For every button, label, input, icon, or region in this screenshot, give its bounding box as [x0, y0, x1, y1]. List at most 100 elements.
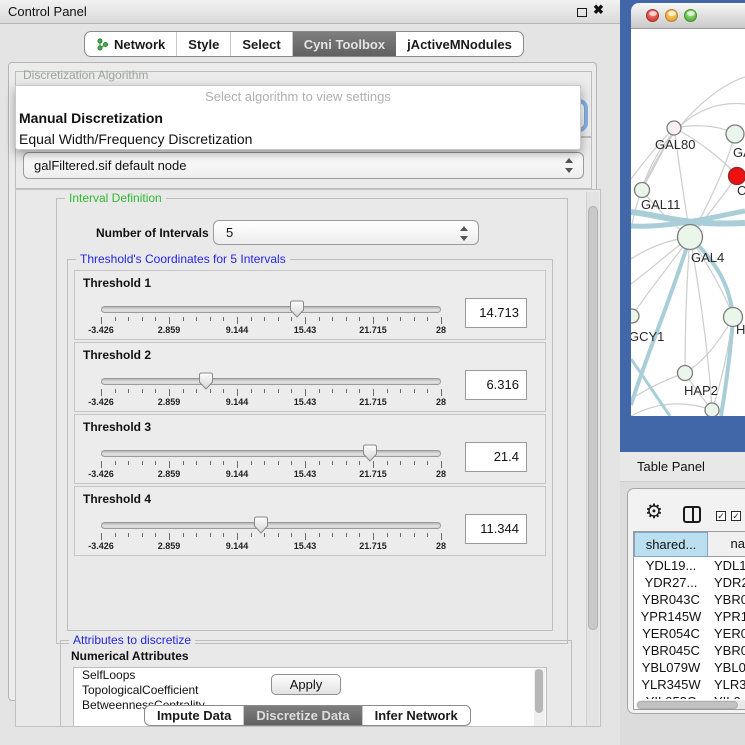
node-hap2[interactable] — [678, 366, 693, 381]
slider-thumb[interactable] — [253, 516, 269, 534]
node-top-right[interactable] — [726, 125, 744, 143]
table-row[interactable]: YER054CYER0 — [634, 625, 745, 642]
cell[interactable]: YLR3 — [708, 676, 745, 693]
tick-label: -3.426 — [88, 397, 114, 407]
tick-mark — [400, 389, 401, 393]
cell[interactable]: YBR0 — [708, 591, 745, 608]
table-panel-area: ⚙ ✓ ✓ shared... na YDL19...YDL1 YDR27...… — [620, 482, 745, 745]
node-red-selected[interactable] — [729, 168, 745, 185]
threshold-value-field[interactable]: 11.344 — [465, 514, 527, 544]
tick-mark — [387, 389, 388, 393]
float-window-icon[interactable] — [577, 8, 587, 17]
tick-mark — [427, 389, 428, 393]
minimize-traffic-light-icon[interactable] — [665, 9, 678, 22]
network-window-titlebar[interactable] — [631, 3, 745, 29]
number-of-intervals-combobox[interactable]: 5 — [213, 220, 479, 245]
cell[interactable]: YBL079W — [634, 659, 708, 676]
close-traffic-light-icon[interactable] — [646, 9, 659, 22]
table-row[interactable]: YLR345WYLR3 — [634, 676, 745, 693]
settings-vertical-scrollbar[interactable] — [586, 192, 599, 726]
cell[interactable]: YPR145W — [634, 608, 708, 625]
numerical-attributes-label: Numerical Attributes — [71, 649, 189, 663]
table-row[interactable]: YIL052CYIL0 — [634, 693, 745, 699]
tick-label: 28 — [436, 397, 446, 407]
cell[interactable]: YPR1 — [708, 608, 745, 625]
slider-track[interactable] — [101, 378, 441, 385]
cell[interactable]: YLR345W — [634, 676, 708, 693]
slider-track[interactable] — [101, 306, 441, 313]
tick-mark — [278, 389, 279, 393]
tick-label: 28 — [436, 325, 446, 335]
slider-thumb[interactable] — [289, 300, 305, 318]
tab-infer-network[interactable]: Infer Network — [363, 706, 470, 725]
table-horizontal-scrollbar[interactable] — [636, 700, 745, 710]
threshold-slider[interactable] — [101, 444, 441, 462]
cell[interactable]: YBR0 — [708, 642, 745, 659]
node-gal80[interactable] — [667, 121, 681, 135]
slider-thumb[interactable] — [198, 372, 214, 390]
cell[interactable]: YER054C — [634, 625, 708, 642]
tab-select[interactable]: Select — [231, 32, 292, 56]
checkbox-icon[interactable]: ✓ — [731, 511, 741, 521]
tick-label: -3.426 — [88, 469, 114, 479]
tick-mark — [128, 533, 129, 537]
split-columns-icon[interactable] — [683, 506, 701, 523]
node-label: C — [737, 183, 745, 198]
gear-icon[interactable]: ⚙ — [645, 502, 663, 522]
apply-button[interactable]: Apply — [271, 674, 341, 695]
node-gal11[interactable] — [635, 183, 650, 198]
threshold-slider[interactable] — [101, 516, 441, 534]
cell[interactable]: YDR2 — [708, 574, 745, 591]
node-bottom[interactable] — [705, 403, 719, 416]
close-icon[interactable]: ✖ — [593, 2, 604, 18]
column-header-shared-name[interactable]: shared... — [634, 532, 708, 557]
tab-jactivemnodules[interactable]: jActiveMNodules — [396, 32, 523, 56]
cell[interactable]: YBR045C — [634, 642, 708, 659]
slider-track[interactable] — [101, 522, 441, 529]
node-gal4[interactable] — [678, 225, 703, 250]
threshold-slider[interactable] — [101, 372, 441, 390]
tab-cyni-toolbox[interactable]: Cyni Toolbox — [293, 32, 396, 56]
column-header-name[interactable]: na — [708, 532, 745, 557]
tab-network[interactable]: Network — [85, 32, 177, 56]
dropdown-item-equal-width[interactable]: Equal Width/Frequency Discretization — [16, 129, 580, 150]
table-row[interactable]: YPR145WYPR1 — [634, 608, 745, 625]
cell[interactable]: YIL0 — [708, 693, 745, 699]
tick-label: 28 — [436, 469, 446, 479]
dropdown-item-manual-discretization[interactable]: Manual Discretization — [16, 108, 580, 129]
cell[interactable]: YBL0 — [708, 659, 745, 676]
number-of-intervals-value: 5 — [226, 225, 233, 240]
cell[interactable]: YDL1 — [708, 557, 745, 574]
tab-impute-data[interactable]: Impute Data — [145, 706, 244, 725]
network-view-canvas[interactable]: GAL80 GA C GAL11 GAL4 GCY1 H HAP2 — [631, 29, 745, 416]
cell[interactable]: YIL052C — [634, 693, 708, 699]
cell[interactable]: YDR27... — [634, 574, 708, 591]
cell[interactable]: YBR043C — [634, 591, 708, 608]
tick-mark — [128, 317, 129, 321]
tab-label: jActiveMNodules — [407, 37, 512, 52]
checkbox-icon[interactable]: ✓ — [716, 511, 726, 521]
list-scrollbar[interactable] — [534, 669, 545, 727]
tab-discretize-data[interactable]: Discretize Data — [244, 706, 362, 725]
table-row[interactable]: YBR043CYBR0 — [634, 591, 745, 608]
node-gcy1[interactable] — [631, 309, 639, 323]
threshold-value-field[interactable]: 21.4 — [465, 442, 527, 472]
cell[interactable]: YER0 — [708, 625, 745, 642]
threshold-slider[interactable] — [101, 300, 441, 318]
slider-track[interactable] — [101, 450, 441, 457]
tick-mark — [115, 461, 116, 465]
tick-mark — [319, 389, 320, 393]
table-row[interactable]: YBL079WYBL0 — [634, 659, 745, 676]
zoom-traffic-light-icon[interactable] — [684, 9, 697, 22]
tab-style[interactable]: Style — [177, 32, 231, 56]
table-data-combobox[interactable]: galFiltered.sif default node — [23, 152, 584, 179]
slider-thumb[interactable] — [362, 444, 378, 462]
cyni-main-panel: Discretization Algorithm Select algorith… — [8, 62, 597, 701]
threshold-value-field[interactable]: 6.316 — [465, 370, 527, 400]
cell[interactable]: YDL19... — [634, 557, 708, 574]
table-row[interactable]: YDR27...YDR2 — [634, 574, 745, 591]
table-row[interactable]: YBR045CYBR0 — [634, 642, 745, 659]
table-row[interactable]: YDL19...YDL1 — [634, 557, 745, 574]
threshold-value-field[interactable]: 14.713 — [465, 298, 527, 328]
tick-mark — [196, 389, 197, 393]
